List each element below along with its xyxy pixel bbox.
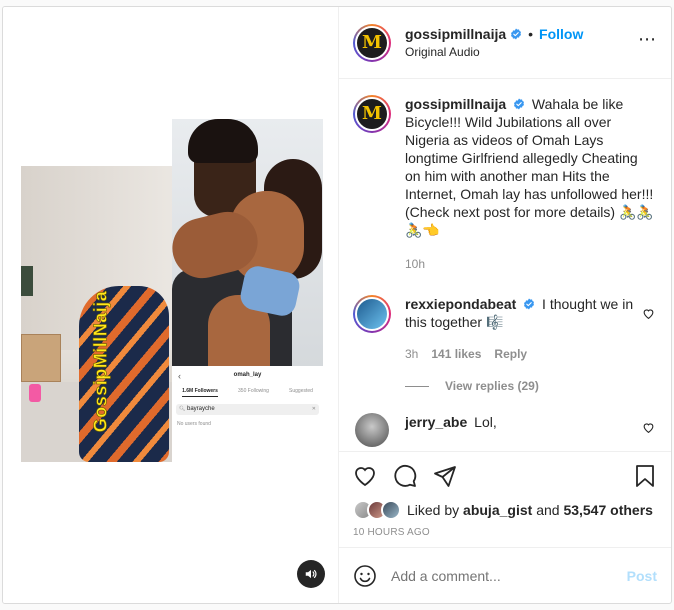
commenter-avatar[interactable]	[355, 413, 389, 447]
embedded-tab-followers: 1.6M Followers	[182, 388, 218, 397]
post-comment-button[interactable]: Post	[627, 568, 657, 584]
post-modal: GossipMillNaija ‹ omah_lay 1.6M Follower…	[2, 6, 672, 604]
reply-button[interactable]: Reply	[494, 345, 527, 363]
embedded-search-box: 🔍︎ bayrayche ✕	[176, 404, 319, 415]
audio-toggle-button[interactable]	[297, 560, 325, 588]
author-username[interactable]: gossipmillnaija	[405, 26, 506, 42]
view-replies-label: View replies (29)	[445, 379, 539, 393]
embedded-tabs: 1.6M Followers 350 Following Suggested	[172, 388, 323, 397]
caption-username[interactable]: gossipmillnaija	[405, 96, 506, 112]
comment-text: Lol,	[474, 414, 497, 430]
couple-photo	[172, 119, 323, 369]
search-icon: 🔍︎	[179, 406, 186, 412]
more-options-icon[interactable]: ⋯	[638, 29, 657, 56]
liked-by-user[interactable]: abuja_gist	[463, 502, 532, 518]
man-hair	[188, 119, 258, 163]
add-comment-input[interactable]	[391, 567, 627, 584]
post-timestamp[interactable]: 10 HOURS AGO	[339, 521, 671, 547]
post-sidebar: M gossipmillnaija • Follow Original Audi…	[339, 7, 671, 603]
liker-avatar[interactable]	[381, 500, 401, 520]
post-header: M gossipmillnaija • Follow Original Audi…	[339, 7, 671, 79]
embedded-tab-suggested: Suggested	[289, 388, 313, 394]
comment-item: rexxiepondabeat I thought we in this tog…	[353, 295, 657, 363]
comment-time[interactable]: 3h	[405, 345, 418, 363]
add-comment-bar: Post	[339, 547, 671, 603]
embedded-search-value: bayrayche	[187, 406, 215, 412]
comment-item: jerry_abe Lol,	[353, 413, 657, 447]
embedded-instagram-screenshot: ‹ omah_lay 1.6M Followers 350 Following …	[172, 366, 323, 469]
post-media[interactable]: GossipMillNaija ‹ omah_lay 1.6M Follower…	[3, 7, 339, 603]
cabinet	[21, 334, 61, 382]
embedded-username: omah_lay	[233, 372, 262, 378]
caption-avatar[interactable]: M	[353, 95, 391, 133]
video-frame-right: ‹ omah_lay 1.6M Followers 350 Following …	[172, 119, 323, 469]
watermark-text: GossipMillNaija	[90, 290, 111, 432]
save-bookmark-icon[interactable]	[633, 464, 657, 488]
emoji-smiley-icon[interactable]	[353, 564, 377, 588]
commenter-avatar[interactable]	[353, 295, 391, 333]
author-avatar[interactable]: M	[353, 23, 391, 62]
avatar-logo: M	[362, 31, 382, 53]
likes-summary: Liked by abuja_gist and 53,547 others	[339, 499, 671, 521]
verified-badge-icon	[514, 98, 525, 110]
caption-text: Wahala be like Bicycle!!! Wild Jubilatio…	[405, 96, 654, 238]
share-paper-plane-icon[interactable]	[433, 464, 457, 488]
liked-by-prefix: Liked by	[407, 502, 460, 518]
watermark: GossipMillNaija	[87, 286, 115, 436]
wall-picture	[21, 266, 33, 296]
separator-dot: •	[528, 26, 534, 42]
caption: M gossipmillnaija Wahala be like Bicycle…	[353, 95, 657, 273]
pink-object	[29, 384, 41, 402]
verified-badge-icon	[511, 28, 522, 40]
audio-label[interactable]: Original Audio	[405, 45, 638, 59]
replies-divider	[405, 385, 429, 387]
like-comment-heart-icon[interactable]	[642, 421, 655, 434]
verified-badge-icon	[524, 298, 535, 310]
embedded-tab-following: 350 Following	[238, 388, 269, 394]
clear-icon: ✕	[311, 406, 316, 412]
action-bar	[339, 451, 671, 499]
liked-by-count[interactable]: 53,547 others	[563, 502, 653, 518]
like-heart-icon[interactable]	[353, 464, 377, 488]
view-replies-button[interactable]: View replies (29)	[405, 379, 657, 393]
liker-avatars	[353, 500, 401, 520]
comment-username[interactable]: rexxiepondabeat	[405, 296, 516, 312]
speaker-icon	[305, 569, 317, 579]
liked-by-joiner: and	[536, 502, 560, 518]
caption-time[interactable]: 10h	[405, 255, 425, 273]
video-frame-left: GossipMillNaija	[21, 166, 175, 462]
comment-username[interactable]: jerry_abe	[405, 414, 467, 430]
embedded-empty-message: No users found	[177, 421, 211, 427]
comments-section[interactable]: M gossipmillnaija Wahala be like Bicycle…	[339, 79, 671, 451]
comment-bubble-icon[interactable]	[393, 464, 417, 488]
comment-likes[interactable]: 141 likes	[431, 345, 481, 363]
avatar-logo: M	[362, 103, 382, 124]
like-comment-heart-icon[interactable]	[642, 307, 655, 320]
follow-button[interactable]: Follow	[539, 26, 583, 42]
